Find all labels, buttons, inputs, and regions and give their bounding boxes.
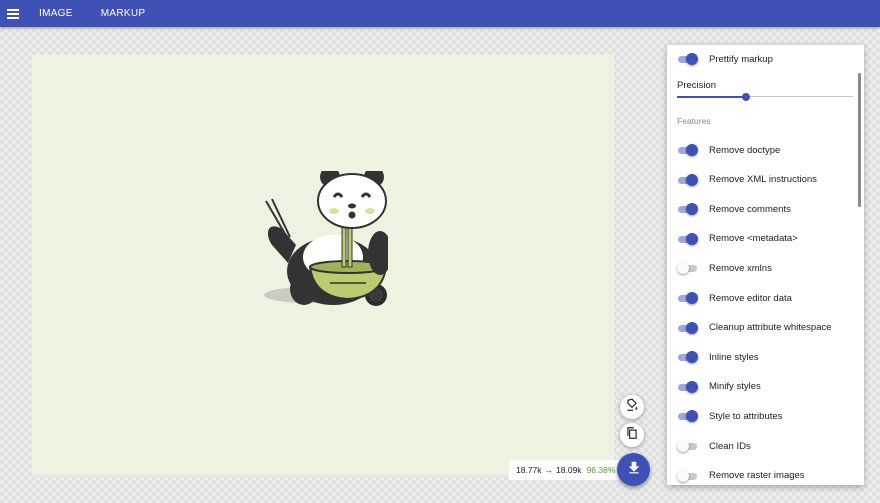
tab-markup[interactable]: MARKUP <box>101 8 146 19</box>
feature-toggle[interactable] <box>677 439 699 453</box>
app-bar: IMAGE MARKUP <box>0 0 880 27</box>
setting-label: Clean IDs <box>709 440 751 452</box>
feature-toggle[interactable] <box>677 350 699 364</box>
setting-label: Remove editor data <box>709 292 792 304</box>
image-preview <box>32 55 614 475</box>
feature-toggle[interactable] <box>677 202 699 216</box>
feature-toggle[interactable] <box>677 291 699 305</box>
setting-label: Remove XML instructions <box>709 174 817 186</box>
setting-row[interactable]: Style to attributes <box>677 408 782 424</box>
feature-toggle[interactable] <box>677 469 699 483</box>
features-heading: Features <box>677 116 711 126</box>
settings-panel: Prettify markup Precision Features Remov… <box>667 45 864 485</box>
original-size: 18.77k <box>516 465 542 475</box>
optimized-size: 18.09k <box>556 465 582 475</box>
setting-label: Remove raster images <box>709 470 805 482</box>
download-icon <box>627 460 641 479</box>
setting-label: Cleanup attribute whitespace <box>709 322 832 334</box>
setting-row[interactable]: Cleanup attribute whitespace <box>677 320 832 336</box>
size-percent: 96.38% <box>586 465 616 475</box>
setting-label: Inline styles <box>709 351 759 363</box>
setting-row[interactable]: Remove raster images <box>677 468 805 484</box>
setting-row[interactable]: Clean IDs <box>677 438 751 454</box>
background-toggle-button[interactable] <box>620 395 644 419</box>
setting-label: Remove xmlns <box>709 262 772 274</box>
copy-button[interactable] <box>620 423 644 447</box>
setting-row[interactable]: Minify styles <box>677 379 761 395</box>
setting-label: Prettify markup <box>709 53 773 65</box>
setting-row[interactable]: Remove comments <box>677 201 791 217</box>
setting-label: Style to attributes <box>709 410 783 422</box>
setting-row[interactable]: Remove XML instructions <box>677 172 817 188</box>
size-readout: 18.77k → 18.09k 96.38% <box>509 460 619 480</box>
format-paint-icon <box>625 398 639 417</box>
precision-label: Precision <box>677 80 717 91</box>
setting-row[interactable]: Remove editor data <box>677 290 792 306</box>
precision-slider[interactable] <box>677 92 853 102</box>
panda-illustration <box>258 167 392 311</box>
size-arrow: → <box>544 465 554 475</box>
setting-label: Remove doctype <box>709 144 781 156</box>
tab-image[interactable]: IMAGE <box>39 8 73 19</box>
feature-toggle[interactable] <box>677 380 699 394</box>
download-button[interactable] <box>617 453 650 486</box>
feature-toggle[interactable] <box>677 173 699 187</box>
feature-toggle[interactable] <box>677 261 699 275</box>
prettify-toggle[interactable] <box>677 52 699 66</box>
setting-row[interactable]: Inline styles <box>677 349 759 365</box>
feature-toggle[interactable] <box>677 232 699 246</box>
feature-toggle[interactable] <box>677 409 699 423</box>
menu-icon[interactable] <box>7 8 19 19</box>
setting-label: Minify styles <box>709 381 761 393</box>
feature-toggle[interactable] <box>677 143 699 157</box>
settings-scrollbar[interactable] <box>858 73 861 207</box>
setting-prettify-markup[interactable]: Prettify markup <box>677 51 773 67</box>
setting-label: Remove comments <box>709 203 791 215</box>
setting-row[interactable]: Remove doctype <box>677 142 780 158</box>
setting-label: Remove <metadata> <box>709 233 798 245</box>
feature-toggle[interactable] <box>677 321 699 335</box>
setting-row[interactable]: Remove xmlns <box>677 260 772 276</box>
setting-row[interactable]: Remove <metadata> <box>677 231 798 247</box>
copy-icon <box>625 426 639 445</box>
